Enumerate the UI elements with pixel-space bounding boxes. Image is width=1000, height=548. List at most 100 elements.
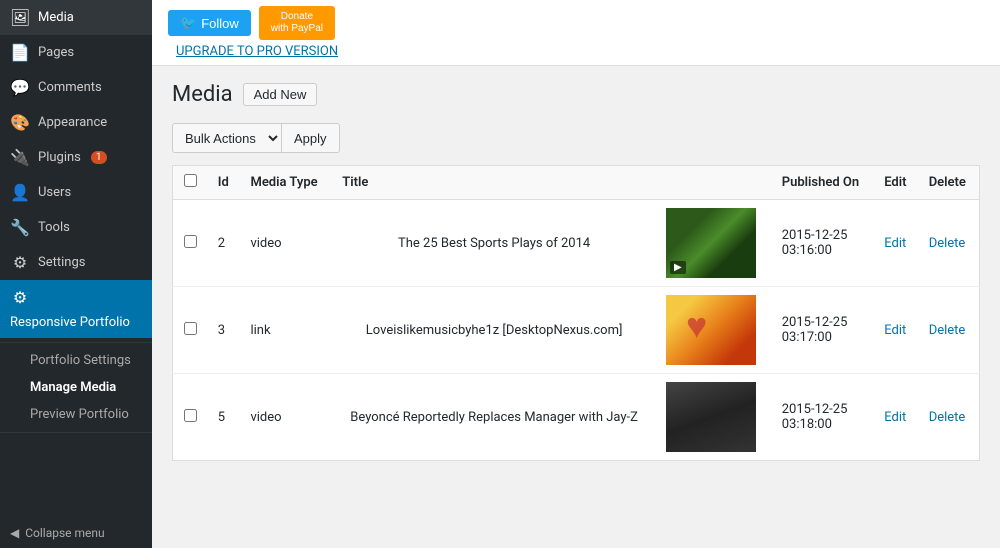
row-media-type: video <box>240 374 332 461</box>
sidebar-item-users[interactable]: 👤 Users <box>0 175 152 210</box>
topbar-buttons: 🐦 Follow Donate with PayPal <box>168 6 338 40</box>
table-row: 3 link Loveislikemusicbyhe1z [DesktopNex… <box>173 287 980 374</box>
row-published-on: 2015-12-25 03:16:00 <box>772 200 874 287</box>
topbar: 🐦 Follow Donate with PayPal UPGRADE TO P… <box>152 0 1000 66</box>
main-content: 🐦 Follow Donate with PayPal UPGRADE TO P… <box>152 0 1000 548</box>
sidebar-item-pages[interactable]: 📄 Pages <box>0 35 152 70</box>
row-id: 3 <box>208 287 241 374</box>
row-title: Beyoncé Reportedly Replaces Manager with… <box>332 374 656 461</box>
upgrade-link[interactable]: UPGRADE TO PRO VERSION <box>176 44 338 59</box>
delete-link[interactable]: Delete <box>929 410 966 425</box>
col-checkbox <box>173 166 208 200</box>
sidebar-divider <box>0 342 152 343</box>
sidebar-item-media[interactable]: 🖼 Media <box>0 0 152 35</box>
collapse-label: Collapse menu <box>25 526 104 540</box>
row-thumbnail <box>666 208 756 278</box>
add-new-button[interactable]: Add New <box>243 83 318 106</box>
comments-icon: 💬 <box>10 78 30 97</box>
table-body: 2 video The 25 Best Sports Plays of 2014… <box>173 200 980 461</box>
row-edit-cell: Edit <box>874 200 918 287</box>
follow-button[interactable]: 🐦 Follow <box>168 10 251 36</box>
sidebar-divider-2 <box>0 432 152 433</box>
edit-link[interactable]: Edit <box>884 323 906 338</box>
plugins-icon: 🔌 <box>10 148 30 167</box>
row-published-on: 2015-12-25 03:18:00 <box>772 374 874 461</box>
row-id: 2 <box>208 200 241 287</box>
row-id: 5 <box>208 374 241 461</box>
appearance-icon: 🎨 <box>10 113 30 132</box>
sidebar-item-label: Pages <box>38 45 74 60</box>
donate-label: Donate <box>271 11 323 23</box>
page-header: Media Add New <box>172 82 980 107</box>
upgrade-label: UPGRADE TO PRO VERSION <box>176 44 338 59</box>
media-icon: 🖼 <box>10 8 30 27</box>
row-media-type: video <box>240 200 332 287</box>
row-thumbnail <box>666 295 756 365</box>
content-area: Media Add New Bulk Actions Apply Id Medi… <box>152 66 1000 548</box>
edit-link[interactable]: Edit <box>884 236 906 251</box>
portfolio-icon: ⚙ <box>10 288 30 307</box>
row-checkbox[interactable] <box>184 322 197 335</box>
sidebar-sub-item-manage-media[interactable]: Manage Media <box>0 374 152 401</box>
row-checkbox[interactable] <box>184 235 197 248</box>
sub-item-label: Portfolio Settings <box>30 353 131 368</box>
row-title: The 25 Best Sports Plays of 2014 <box>332 200 656 287</box>
col-id: Id <box>208 166 241 200</box>
topbar-inner: 🐦 Follow Donate with PayPal UPGRADE TO P… <box>168 6 338 59</box>
sidebar-item-label: Settings <box>38 255 85 270</box>
row-thumbnail-cell <box>656 374 772 461</box>
delete-link[interactable]: Delete <box>929 236 966 251</box>
row-thumbnail <box>666 382 756 452</box>
sidebar-item-settings[interactable]: ⚙ Settings <box>0 245 152 280</box>
col-thumbnail <box>656 166 772 200</box>
sidebar-item-label: Plugins <box>38 150 81 165</box>
sidebar-item-label: Appearance <box>38 115 107 130</box>
delete-link[interactable]: Delete <box>929 323 966 338</box>
donate-sublabel: with PayPal <box>271 23 323 35</box>
sidebar-item-comments[interactable]: 💬 Comments <box>0 70 152 105</box>
toolbar: Bulk Actions Apply <box>172 123 980 153</box>
row-checkbox[interactable] <box>184 409 197 422</box>
sidebar-sub-item-preview-portfolio[interactable]: Preview Portfolio <box>0 401 152 428</box>
col-media-type: Media Type <box>240 166 332 200</box>
select-all-checkbox[interactable] <box>184 174 197 187</box>
sub-item-label: Manage Media <box>30 380 116 395</box>
bulk-actions-select[interactable]: Bulk Actions <box>172 123 282 153</box>
donate-button[interactable]: Donate with PayPal <box>259 6 335 40</box>
sidebar-item-label: Media <box>38 10 74 25</box>
sidebar-item-label: Responsive Portfolio <box>10 315 130 330</box>
table-header-row: Id Media Type Title Published On Edit De… <box>173 166 980 200</box>
row-thumbnail-cell <box>656 200 772 287</box>
sidebar-item-label: Tools <box>38 220 70 235</box>
col-delete: Delete <box>919 166 980 200</box>
sidebar-item-plugins[interactable]: 🔌 Plugins 1 <box>0 140 152 175</box>
row-edit-cell: Edit <box>874 287 918 374</box>
row-edit-cell: Edit <box>874 374 918 461</box>
collapse-menu-button[interactable]: ◀ Collapse menu <box>0 518 152 548</box>
apply-button[interactable]: Apply <box>282 123 340 153</box>
sidebar-item-label: Comments <box>38 80 102 95</box>
sidebar-sub-item-portfolio-settings[interactable]: Portfolio Settings <box>0 347 152 374</box>
row-media-type: link <box>240 287 332 374</box>
row-published-on: 2015-12-25 03:17:00 <box>772 287 874 374</box>
table-row: 5 video Beyoncé Reportedly Replaces Mana… <box>173 374 980 461</box>
pages-icon: 📄 <box>10 43 30 62</box>
media-table: Id Media Type Title Published On Edit De… <box>172 165 980 461</box>
plugins-badge: 1 <box>91 151 107 164</box>
row-delete-cell: Delete <box>919 287 980 374</box>
sidebar-item-responsive-portfolio[interactable]: ⚙ Responsive Portfolio <box>0 280 152 338</box>
col-title: Title <box>332 166 656 200</box>
collapse-arrow-icon: ◀ <box>10 526 19 540</box>
row-title: Loveislikemusicbyhe1z [DesktopNexus.com] <box>332 287 656 374</box>
users-icon: 👤 <box>10 183 30 202</box>
col-edit: Edit <box>874 166 918 200</box>
sidebar-item-appearance[interactable]: 🎨 Appearance <box>0 105 152 140</box>
row-checkbox-cell <box>173 374 208 461</box>
page-title: Media <box>172 82 233 107</box>
sidebar-item-tools[interactable]: 🔧 Tools <box>0 210 152 245</box>
settings-icon: ⚙ <box>10 253 30 272</box>
sidebar: 🖼 Media 📄 Pages 💬 Comments 🎨 Appearance … <box>0 0 152 548</box>
sub-item-label: Preview Portfolio <box>30 407 129 422</box>
sidebar-item-label: Users <box>38 185 71 200</box>
edit-link[interactable]: Edit <box>884 410 906 425</box>
